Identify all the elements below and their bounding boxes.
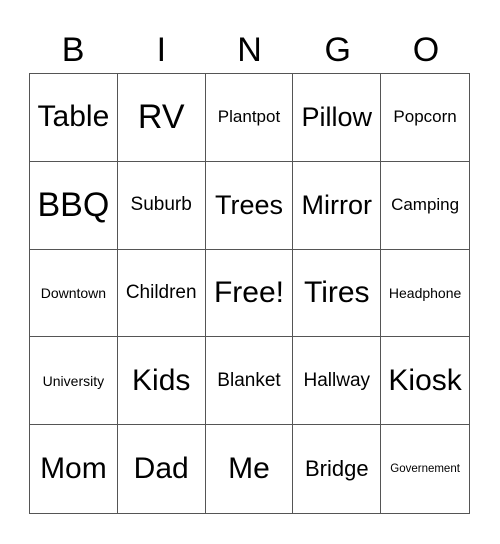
bingo-cell[interactable]: Kiosk xyxy=(381,337,469,426)
bingo-cell[interactable]: Headphone xyxy=(381,250,469,338)
bingo-cell[interactable]: Mom xyxy=(30,425,118,513)
bingo-cell[interactable]: RV xyxy=(117,74,206,162)
bingo-cell[interactable]: Children xyxy=(117,249,206,338)
bingo-cell[interactable]: Mirror xyxy=(293,161,382,250)
free-space-cell[interactable]: Free! xyxy=(205,249,294,338)
bingo-header: B I N G O xyxy=(29,28,470,72)
header-letter-g: G xyxy=(324,31,351,69)
bingo-cell[interactable]: Tires xyxy=(293,249,382,338)
bingo-cell[interactable]: University xyxy=(30,337,118,426)
bingo-cell[interactable]: Downtown xyxy=(30,249,118,338)
bingo-grid: Table RV Plantpot Pillow Popcorn BBQ Sub… xyxy=(29,73,470,514)
header-letter-o: O xyxy=(412,31,440,69)
bingo-cell[interactable]: Pillow xyxy=(293,74,382,162)
bingo-cell[interactable]: Kids xyxy=(117,337,206,426)
bingo-cell[interactable]: Popcorn xyxy=(381,74,469,162)
bingo-cell[interactable]: Suburb xyxy=(117,161,206,250)
bingo-cell[interactable]: Blanket xyxy=(205,337,294,426)
bingo-cell[interactable]: Trees xyxy=(205,161,294,250)
bingo-cell[interactable]: Plantpot xyxy=(205,74,294,162)
bingo-cell[interactable]: Dad xyxy=(118,425,206,513)
bingo-cell[interactable]: Bridge xyxy=(293,425,382,513)
bingo-cell[interactable]: Governement xyxy=(381,425,469,513)
bingo-cell[interactable]: Table xyxy=(30,74,118,162)
bingo-cell[interactable]: BBQ xyxy=(30,161,118,250)
bingo-cell[interactable]: Hallway xyxy=(293,337,382,426)
header-letter-n: N xyxy=(237,31,262,69)
bingo-cell[interactable]: Me xyxy=(206,425,294,513)
header-letter-i: I xyxy=(156,31,167,69)
bingo-cell[interactable]: Camping xyxy=(381,162,469,250)
header-letter-b: B xyxy=(61,31,85,69)
